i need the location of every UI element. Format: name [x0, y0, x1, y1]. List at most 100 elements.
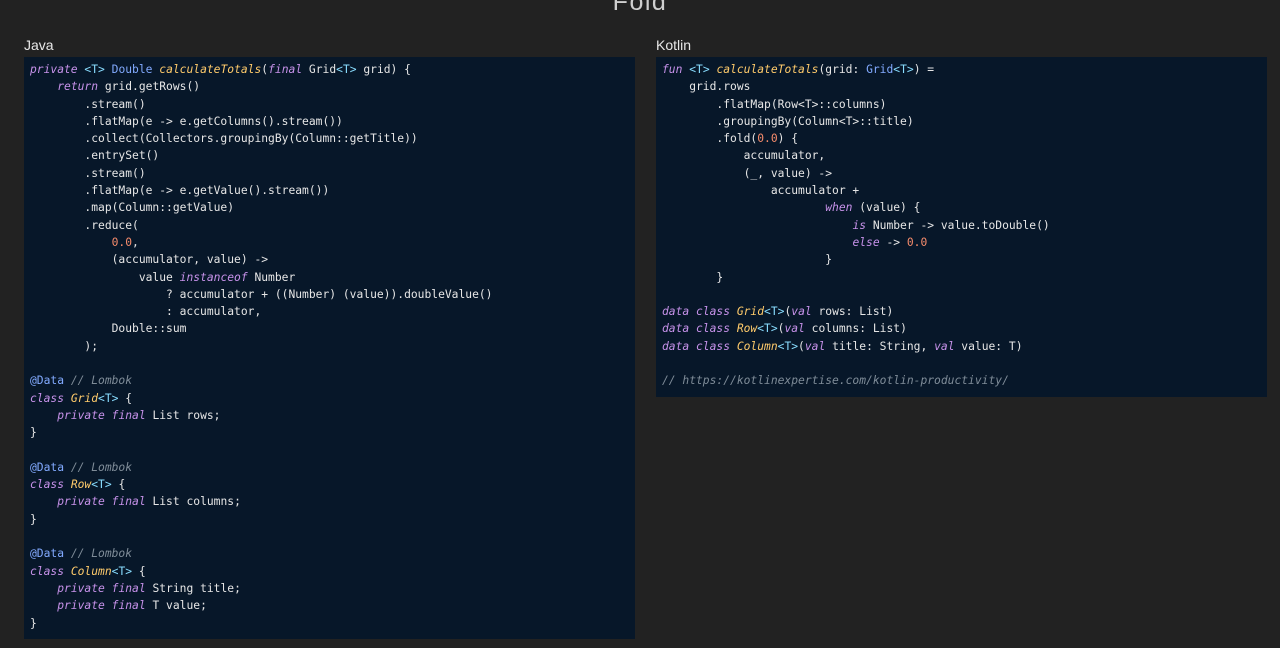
- code-token: Column: [70, 564, 112, 578]
- code-token: (accumulator, value) ->: [30, 253, 269, 267]
- code-token: @Data: [30, 547, 65, 561]
- code-line: (_, value) ->: [662, 165, 1267, 182]
- code-line: .fold(0.0) {: [662, 130, 1267, 147]
- code-token: class: [30, 564, 65, 578]
- code-token: val: [784, 322, 805, 336]
- code-token: <T>: [764, 305, 785, 319]
- kotlin-code-block: fun <T> calculateTotals(grid: Grid<T>) =…: [656, 57, 1267, 397]
- code-token: Grid: [736, 305, 765, 319]
- java-panel-label: Java: [24, 37, 54, 53]
- code-line: grid.rows: [662, 78, 1267, 95]
- code-line: ? accumulator + ((Number) (value)).doubl…: [30, 286, 635, 303]
- code-token: @Data: [30, 374, 65, 388]
- code-token: Column: [736, 339, 778, 353]
- code-line: class Row<T> {: [30, 476, 635, 493]
- code-line: data class Column<T>(val title: String, …: [662, 338, 1267, 355]
- code-line: .flatMap(e -> e.getColumns().stream()): [30, 113, 635, 130]
- code-token: ->: [879, 235, 907, 249]
- code-token: .groupingBy(Column<T>::title): [662, 114, 914, 128]
- code-line: private final List columns;: [30, 493, 635, 510]
- code-token: accumulator,: [662, 149, 826, 163]
- code-token: grid) {: [356, 63, 411, 76]
- code-line: is Number -> value.toDouble(): [662, 217, 1267, 234]
- code-line: private <T> Double calculateTotals(final…: [30, 61, 635, 78]
- kotlin-panel-label: Kotlin: [656, 37, 692, 53]
- code-token: data class: [662, 322, 731, 336]
- code-token: Row: [736, 322, 758, 336]
- code-line: accumulator +: [662, 182, 1267, 199]
- code-line: data class Grid<T>(val rows: List): [662, 303, 1267, 320]
- code-token: .flatMap(e -> e.getColumns().stream()): [30, 114, 343, 128]
- code-token: class: [30, 391, 65, 405]
- code-line: .flatMap(e -> e.getValue().stream()): [30, 182, 635, 199]
- code-token: String title;: [145, 581, 241, 595]
- code-token: 0.0: [111, 235, 133, 249]
- code-line: .stream(): [30, 165, 635, 182]
- code-line: }: [30, 424, 635, 441]
- code-line: class Column<T> {: [30, 563, 635, 580]
- code-token: grid.rows: [662, 80, 751, 94]
- code-token: Number -> value.toDouble(): [866, 218, 1050, 232]
- code-token: .map(Column::getValue): [30, 201, 235, 215]
- code-token: );: [30, 339, 99, 353]
- code-line: accumulator,: [662, 147, 1267, 164]
- code-line: // https://kotlinexpertise.com/kotlin-pr…: [662, 372, 1267, 389]
- code-line: return grid.getRows(): [30, 78, 635, 95]
- code-token: grid.getRows(): [98, 80, 201, 94]
- code-line: private final String title;: [30, 580, 635, 597]
- code-token: class: [30, 478, 65, 492]
- code-line: .groupingBy(Column<T>::title): [662, 113, 1267, 130]
- code-token: }: [30, 426, 37, 440]
- code-token: <T>: [893, 63, 914, 76]
- code-token: ,: [132, 235, 139, 249]
- code-token: ) {: [777, 132, 799, 146]
- code-token: accumulator +: [662, 184, 860, 198]
- code-line: }: [30, 511, 635, 528]
- code-token: title: String,: [825, 339, 935, 353]
- code-token: Double: [111, 63, 153, 76]
- code-token: val: [791, 305, 812, 319]
- code-token: private: [30, 63, 78, 76]
- code-token: data class: [662, 305, 731, 319]
- code-line: }: [662, 269, 1267, 286]
- code-token: // https://kotlinexpertise.com/kotlin-pr…: [662, 374, 1009, 388]
- code-token: }: [662, 270, 724, 284]
- code-token: data class: [662, 339, 731, 353]
- code-token: private: [57, 495, 105, 509]
- code-token: return: [57, 80, 99, 94]
- code-token: calculateTotals: [716, 63, 819, 76]
- code-line: @Data // Lombok: [30, 545, 635, 562]
- code-token: 0.0: [757, 132, 778, 146]
- code-token: .flatMap(Row<T>::columns): [662, 97, 887, 111]
- code-token: private: [57, 408, 105, 422]
- code-line: class Grid<T> {: [30, 390, 635, 407]
- code-token: Double::sum: [30, 322, 187, 336]
- code-token: {: [111, 478, 126, 492]
- java-code-block: private <T> Double calculateTotals(final…: [24, 57, 635, 639]
- code-token: when: [825, 201, 853, 215]
- code-token: private: [57, 581, 105, 595]
- code-token: (grid:: [818, 63, 867, 76]
- code-token: final: [111, 599, 146, 613]
- code-line: private final List rows;: [30, 407, 635, 424]
- code-token: // Lombok: [70, 547, 133, 561]
- code-token: fun: [662, 63, 683, 76]
